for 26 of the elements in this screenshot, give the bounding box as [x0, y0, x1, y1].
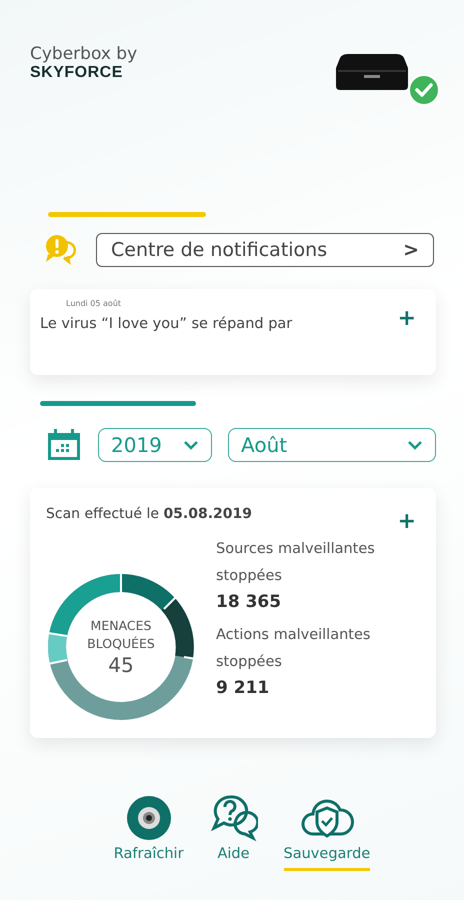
chevron-down-icon: [407, 440, 423, 450]
stat-label: Actions malveillantes stoppées: [216, 626, 372, 672]
donut-label: MENACES: [90, 617, 152, 635]
alert-chat-icon: [44, 234, 78, 266]
app-title: Cyberbox by: [30, 44, 138, 64]
stat-value: 9 211: [216, 678, 270, 698]
expand-button[interactable]: +: [398, 305, 416, 331]
chevron-down-icon: [183, 440, 199, 450]
lens-icon[interactable]: [124, 794, 173, 842]
expand-button[interactable]: +: [398, 508, 416, 534]
scan-date: Scan effectué le 05.08.2019: [46, 506, 252, 524]
donut-total: 45: [108, 653, 134, 677]
notification-text: Le virus “I love you” se répand par: [40, 316, 292, 332]
calendar-icon: [46, 428, 82, 462]
nav-tab[interactable]: Rafraîchir: [114, 846, 184, 871]
donut-label: BLOQUÉES: [87, 635, 155, 653]
nav-tab[interactable]: Aide: [217, 846, 250, 871]
stat-label: Sources malveillantes stoppées: [216, 540, 376, 586]
help-icon[interactable]: [210, 794, 258, 842]
brand-logo: SKYFORCE: [30, 64, 124, 82]
notification-center-button[interactable]: Centre de notifications >: [96, 233, 434, 267]
month-dropdown[interactable]: Août: [228, 428, 436, 462]
notification-date: Lundi 05 août: [66, 299, 122, 308]
stat-value: 18 365: [216, 592, 282, 612]
nav-tab[interactable]: Sauvegarde: [284, 846, 370, 871]
year-dropdown[interactable]: 2019: [98, 428, 212, 462]
